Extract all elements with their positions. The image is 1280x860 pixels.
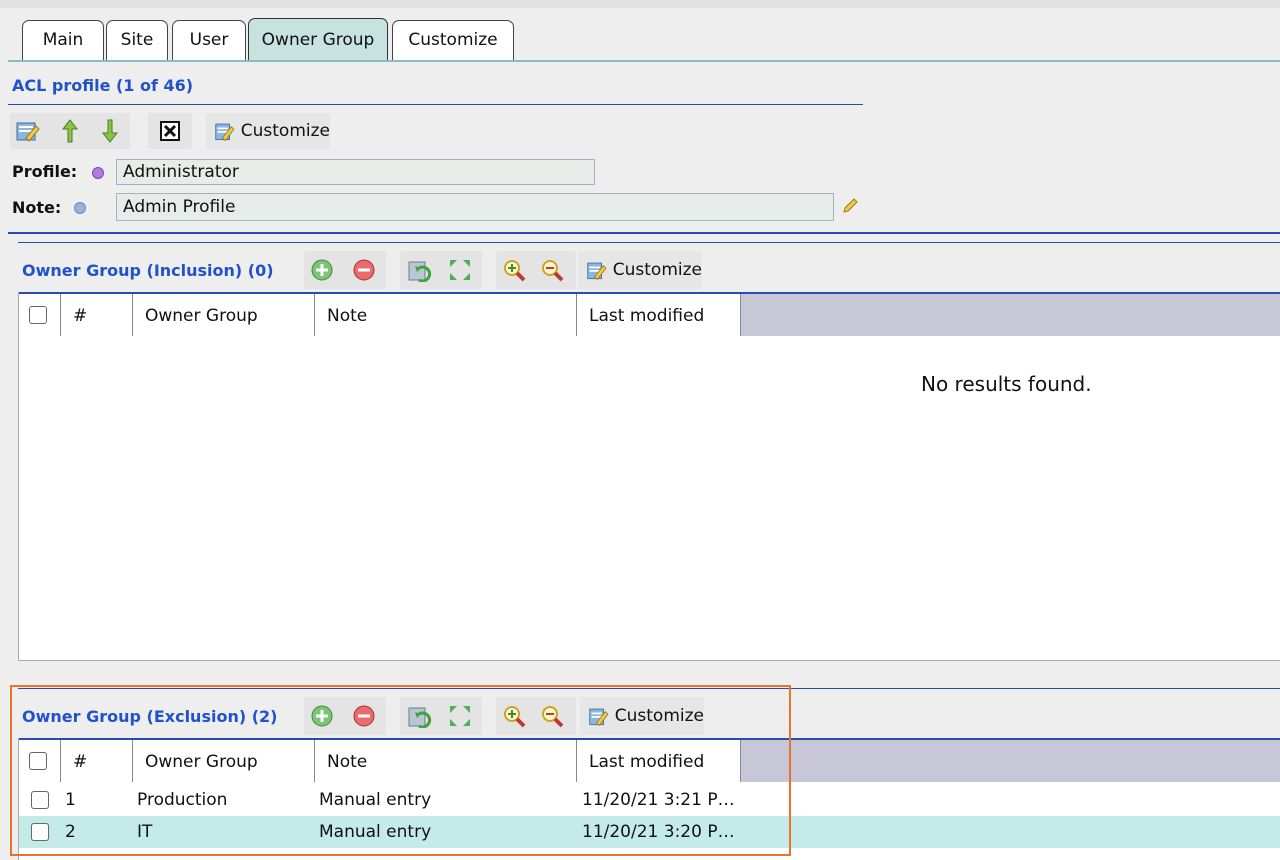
column-note[interactable]: Note: [315, 740, 577, 782]
row-number: 1: [65, 790, 76, 810]
exclusion-customize-button[interactable]: Customize: [580, 697, 704, 735]
exclusion-customize-label: Customize: [614, 706, 704, 726]
note-field[interactable]: Admin Profile: [116, 193, 834, 221]
profile-label: Profile:: [12, 162, 78, 181]
customize-icon: [215, 123, 235, 142]
info-indicator-icon: [74, 202, 86, 214]
column-last-modified[interactable]: Last modified: [577, 294, 741, 336]
profile-field[interactable]: Administrator: [116, 159, 595, 185]
row-last-modified: 11/20/21 3:21 P…: [582, 790, 735, 810]
exclusion-grid-header: # Owner Group Note Last modified: [19, 738, 1280, 782]
acl-customize-button[interactable]: Customize: [206, 113, 330, 149]
column-number[interactable]: #: [61, 740, 133, 782]
zoom-out-icon[interactable]: [538, 702, 566, 730]
add-icon[interactable]: [308, 256, 336, 284]
remove-icon[interactable]: [350, 256, 378, 284]
inclusion-divider: [18, 242, 1280, 243]
refresh-icon[interactable]: [406, 702, 434, 730]
required-indicator-icon: [92, 167, 104, 179]
refresh-icon[interactable]: [406, 256, 434, 284]
inclusion-customize-label: Customize: [612, 260, 702, 280]
row-owner-group: IT: [137, 822, 153, 842]
table-row[interactable]: 1 Production Manual entry 11/20/21 3:21 …: [19, 784, 1280, 816]
zoom-in-icon[interactable]: [500, 702, 528, 730]
select-all-cell: [19, 294, 61, 336]
tab-underline: [8, 60, 1280, 62]
section-divider: [8, 232, 1280, 234]
exclusion-divider: [18, 688, 1280, 689]
remove-icon[interactable]: [350, 702, 378, 730]
acl-profile-title: ACL profile (1 of 46): [12, 76, 194, 95]
inclusion-grid-header: # Owner Group Note Last modified: [19, 292, 1280, 336]
acl-divider: [8, 104, 863, 105]
row-checkbox[interactable]: [31, 823, 49, 841]
select-all-cell: [19, 740, 61, 782]
tab-site[interactable]: Site: [106, 20, 168, 60]
row-number: 2: [65, 822, 76, 842]
empty-message: No results found.: [921, 372, 1092, 396]
column-number[interactable]: #: [61, 294, 133, 336]
inclusion-title: Owner Group (Inclusion) (0): [22, 261, 274, 280]
close-icon[interactable]: [156, 117, 184, 145]
tab-owner-group[interactable]: Owner Group: [248, 18, 388, 62]
add-icon[interactable]: [308, 702, 336, 730]
zoom-out-icon[interactable]: [538, 256, 566, 284]
acl-customize-label: Customize: [240, 121, 330, 141]
edit-icon[interactable]: [14, 117, 42, 145]
row-last-modified: 11/20/21 3:20 P…: [582, 822, 735, 842]
customize-icon: [587, 262, 607, 281]
expand-icon[interactable]: [446, 256, 474, 284]
pencil-icon[interactable]: [836, 192, 864, 220]
tab-customize[interactable]: Customize: [392, 20, 514, 60]
exclusion-grid: # Owner Group Note Last modified 1 Produ…: [18, 738, 1280, 860]
customize-icon: [589, 708, 609, 727]
row-owner-group: Production: [137, 790, 228, 810]
top-strip: [0, 0, 1280, 8]
tab-main[interactable]: Main: [22, 20, 104, 60]
inclusion-customize-button[interactable]: Customize: [578, 251, 702, 289]
select-all-checkbox[interactable]: [29, 306, 47, 324]
move-up-icon[interactable]: [56, 117, 84, 145]
inclusion-grid: # Owner Group Note Last modified No resu…: [18, 292, 1280, 661]
zoom-in-icon[interactable]: [500, 256, 528, 284]
row-note: Manual entry: [319, 790, 432, 810]
table-row[interactable]: 2 IT Manual entry 11/20/21 3:20 P…: [19, 816, 1280, 848]
note-label: Note:: [12, 198, 62, 217]
expand-icon[interactable]: [446, 702, 474, 730]
column-owner-group[interactable]: Owner Group: [133, 740, 315, 782]
select-all-checkbox[interactable]: [29, 752, 47, 770]
exclusion-title: Owner Group (Exclusion) (2): [22, 707, 278, 726]
column-note[interactable]: Note: [315, 294, 577, 336]
move-down-icon[interactable]: [96, 117, 124, 145]
row-note: Manual entry: [319, 822, 432, 842]
tab-user[interactable]: User: [172, 20, 246, 60]
column-last-modified[interactable]: Last modified: [577, 740, 741, 782]
column-owner-group[interactable]: Owner Group: [133, 294, 315, 336]
row-checkbox[interactable]: [31, 791, 49, 809]
